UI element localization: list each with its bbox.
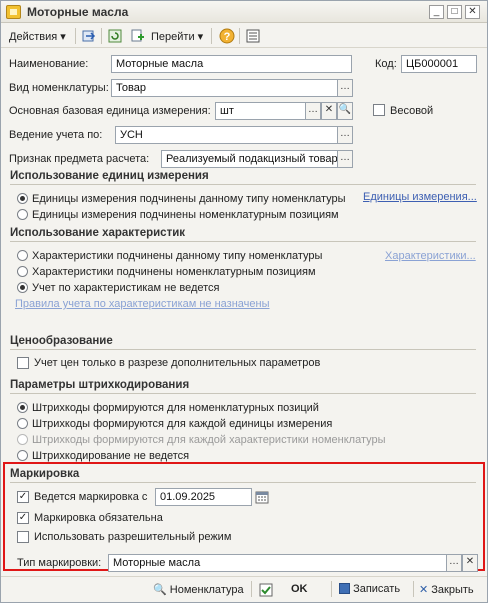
name-input[interactable]: Моторные масла xyxy=(111,55,352,73)
ok-button[interactable]: OK xyxy=(291,583,308,595)
barcode-option-items: Штрихкоды формируются для номенклатурных… xyxy=(32,402,319,414)
permissive-check-label: Использовать разрешительный режим xyxy=(34,531,232,543)
type-label: Вид номенклатуры: xyxy=(9,82,109,94)
help-icon[interactable]: ? xyxy=(219,28,235,44)
chars-link[interactable]: Характеристики... xyxy=(385,250,476,262)
chars-radio-type[interactable] xyxy=(17,250,28,261)
title-bar: Моторные масла _ □ ✕ xyxy=(1,1,487,23)
units-link[interactable]: Единицы измерения... xyxy=(363,191,477,203)
chars-option-type: Характеристики подчинены данному типу но… xyxy=(32,250,323,262)
chars-radio-items[interactable] xyxy=(17,266,28,277)
type-input[interactable]: Товар xyxy=(111,79,338,97)
unit-input[interactable]: шт xyxy=(215,102,306,120)
units-option-items: Единицы измерения подчинены номенклатурн… xyxy=(32,209,339,221)
svg-text:?: ? xyxy=(224,31,231,43)
minimize-icon[interactable]: _ xyxy=(429,5,444,19)
subject-select-button[interactable]: … xyxy=(337,150,353,168)
weight-label: Весовой xyxy=(390,105,434,117)
list-icon[interactable] xyxy=(245,28,261,44)
close-x-icon: ✕ xyxy=(419,584,429,596)
toolbar-separator xyxy=(211,28,212,44)
toolbar-separator xyxy=(75,28,76,44)
marking-type-clear-button[interactable]: ✕ xyxy=(462,554,478,572)
chars-option-items: Характеристики подчинены номенклатурным … xyxy=(32,266,316,278)
marking-section-title: Маркировка xyxy=(10,468,476,483)
code-input[interactable]: ЦБ000001 xyxy=(401,55,477,73)
subject-input[interactable]: Реализуемый подакцизный товар xyxy=(161,150,338,168)
units-section-title: Использование единиц измерения xyxy=(10,170,476,185)
window: Моторные масла _ □ ✕ Действия ▾ Перейти … xyxy=(0,0,488,603)
actions-menu[interactable]: Действия ▾ xyxy=(9,30,66,43)
copy-icon[interactable] xyxy=(129,28,145,44)
move-to-group-icon[interactable] xyxy=(81,28,97,44)
window-title: Моторные масла xyxy=(27,5,129,19)
calendar-icon[interactable] xyxy=(255,490,269,504)
barcode-section-title: Параметры штрихкодирования xyxy=(10,379,476,394)
bottom-separator xyxy=(331,581,332,597)
chars-radio-none[interactable] xyxy=(17,282,28,293)
permissive-checkbox[interactable] xyxy=(17,531,29,543)
toolbar-separator xyxy=(101,28,102,44)
unit-select-button[interactable]: … xyxy=(305,102,321,120)
chars-rules-link[interactable]: Правила учета по характеристикам не назн… xyxy=(15,298,270,310)
refresh-icon[interactable] xyxy=(107,28,123,44)
post-icon[interactable] xyxy=(259,583,273,597)
chars-option-none: Учет по характеристикам не ведется xyxy=(32,282,220,294)
subject-label: Признак предмета расчета: xyxy=(9,153,150,165)
code-label: Код: xyxy=(375,58,397,70)
barcode-radio-none[interactable] xyxy=(17,450,28,461)
unit-clear-button[interactable]: ✕ xyxy=(321,102,337,120)
accounting-select-button[interactable]: … xyxy=(337,126,353,144)
pricing-section-title: Ценообразование xyxy=(10,335,476,350)
barcode-radio-items[interactable] xyxy=(17,402,28,413)
barcode-option-chars: Штрихкоды формируются для каждой характе… xyxy=(32,434,386,446)
close-button[interactable]: ✕ Закрыть xyxy=(419,583,474,596)
name-label: Наименование: xyxy=(9,58,89,70)
accounting-input[interactable]: УСН xyxy=(115,126,338,144)
type-select-button[interactable]: … xyxy=(337,79,353,97)
toolbar-separator xyxy=(239,28,240,44)
barcode-radio-chars xyxy=(17,434,28,445)
units-radio-type[interactable] xyxy=(17,193,28,204)
unit-search-icon[interactable]: 🔍 xyxy=(337,102,353,120)
marking-type-input[interactable]: Моторные масла xyxy=(108,554,447,572)
mandatory-check-label: Маркировка обязательна xyxy=(34,512,163,524)
unit-label: Основная базовая единица измерения: xyxy=(9,105,211,117)
toolbar: Действия ▾ Перейти ▾ ? xyxy=(1,24,487,48)
app-icon xyxy=(6,5,21,19)
units-option-type: Единицы измерения подчинены данному типу… xyxy=(32,193,346,205)
marking-checkbox[interactable]: ✓ xyxy=(17,491,29,503)
marking-date-input[interactable]: 01.09.2025 xyxy=(155,488,252,506)
save-button[interactable]: Записать xyxy=(339,583,400,595)
mandatory-checkbox[interactable]: ✓ xyxy=(17,512,29,524)
units-radio-items[interactable] xyxy=(17,209,28,220)
marking-check-label: Ведется маркировка с xyxy=(34,491,148,503)
chars-section-title: Использование характеристик xyxy=(10,227,476,242)
floppy-icon xyxy=(339,583,350,594)
bottom-separator xyxy=(413,581,414,597)
bottom-separator xyxy=(251,581,252,597)
bottom-bar: 🔍 Номенклатура OK Записать ✕ Закрыть xyxy=(1,576,487,602)
search-icon: 🔍 xyxy=(153,584,167,596)
close-icon[interactable]: ✕ xyxy=(465,5,480,19)
marking-type-label: Тип маркировки: xyxy=(17,557,102,569)
barcode-radio-units[interactable] xyxy=(17,418,28,429)
barcode-option-none: Штрихкодирование не ведется xyxy=(32,450,190,462)
goto-menu[interactable]: Перейти ▾ xyxy=(151,30,203,43)
barcode-option-units: Штрихкоды формируются для каждой единицы… xyxy=(32,418,333,430)
nomenclature-button[interactable]: 🔍 Номенклатура xyxy=(153,583,244,596)
pricing-check-label: Учет цен только в разрезе дополнительных… xyxy=(34,357,321,369)
accounting-label: Ведение учета по: xyxy=(9,129,103,141)
marking-type-select-button[interactable]: … xyxy=(446,554,462,572)
maximize-icon[interactable]: □ xyxy=(447,5,462,19)
pricing-checkbox[interactable] xyxy=(17,357,29,369)
weight-checkbox[interactable] xyxy=(373,104,385,116)
